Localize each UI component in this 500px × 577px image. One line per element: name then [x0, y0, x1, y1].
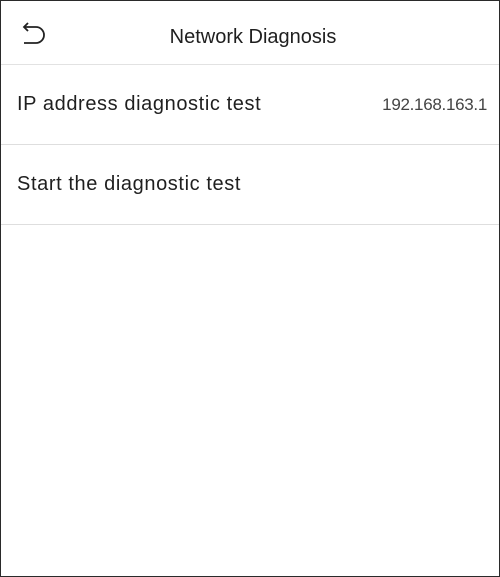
- menu-item-ip-diagnostic-test[interactable]: IP address diagnostic test 192.168.163.1: [1, 65, 499, 145]
- menu-item-label: IP address diagnostic test: [17, 93, 262, 115]
- ip-address-value: 192.168.163.1: [382, 94, 487, 114]
- header-bar: Network Diagnosis: [1, 1, 499, 65]
- menu-item-start-diagnostic-test[interactable]: Start the diagnostic test: [1, 145, 499, 225]
- network-diagnosis-screen: Network Diagnosis IP address diagnostic …: [0, 0, 500, 577]
- menu-item-label: Start the diagnostic test: [17, 173, 242, 195]
- diagnosis-menu: IP address diagnostic test 192.168.163.1…: [1, 65, 499, 225]
- page-title: Network Diagnosis: [169, 26, 337, 48]
